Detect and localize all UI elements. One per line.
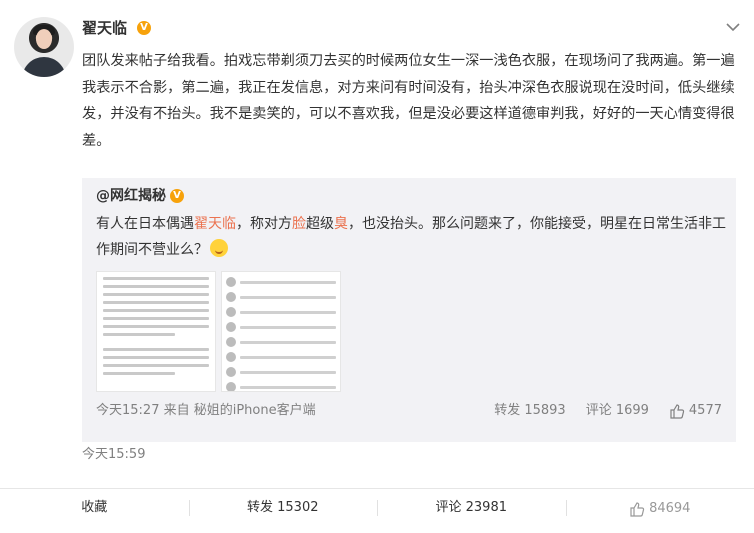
thumb-text-line: [240, 385, 336, 389]
repost-image-thumbnail[interactable]: [96, 271, 216, 392]
thumbs-up-icon: [670, 404, 685, 419]
repost-forward-link[interactable]: 转发 15893: [494, 402, 566, 420]
repost-meta[interactable]: 今天15:27 来自 秘姐的iPhone客户端: [96, 402, 316, 420]
verified-icon: V: [137, 21, 151, 35]
post-username[interactable]: 翟天临: [82, 18, 127, 38]
thumb-avatar: [226, 352, 236, 362]
avatar-shoulders: [22, 57, 66, 77]
like-count: 84694: [649, 500, 691, 516]
thumb-comment-row: [226, 337, 336, 347]
thumb-text-line: [103, 356, 209, 359]
favorite-button[interactable]: 收藏: [0, 489, 189, 528]
emoji-icon: [210, 239, 228, 257]
repost-actions: 转发 15893 评论 1699 4577: [494, 402, 722, 420]
thumb-text-line: [103, 348, 209, 351]
repost-like-button[interactable]: 4577: [669, 402, 722, 420]
thumb-text-line: [103, 325, 209, 328]
avatar[interactable]: [14, 17, 74, 77]
thumb-avatar: [226, 307, 236, 317]
repost-image-thumbnail[interactable]: [221, 271, 341, 392]
thumb-comment-row: [226, 367, 336, 377]
thumb-avatar: [226, 367, 236, 377]
thumb-text-line: [103, 317, 209, 320]
more-chevron-icon[interactable]: [726, 22, 740, 32]
thumb-text-line: [103, 285, 209, 288]
comment-button[interactable]: 评论 23981: [377, 489, 566, 528]
repost-link-keyword[interactable]: 臭: [334, 216, 348, 232]
thumb-text-line: [103, 333, 175, 336]
repost-text: 有人在日本偶遇翟天临，称对方脸超级臭，也没抬头。那么问题来了，你能接受，明星在日…: [96, 211, 726, 263]
thumb-comment-row: [226, 322, 336, 332]
like-button[interactable]: 84694: [565, 489, 754, 528]
weibo-post-card: 翟天临 V 团队发来帖子给我看。拍戏忘带剃须刀去买的时候两位女生一深一浅色衣服，…: [0, 0, 754, 533]
repost-container[interactable]: @网红揭秘 V 有人在日本偶遇翟天临，称对方脸超级臭，也没抬头。那么问题来了，你…: [82, 178, 736, 442]
thumb-avatar: [226, 292, 236, 302]
repost-link-keyword[interactable]: 脸: [292, 216, 306, 232]
repost-text-part: 有人在日本偶遇: [96, 216, 194, 232]
thumb-comment-row: [226, 292, 336, 302]
thumb-comment-row: [226, 277, 336, 287]
thumb-avatar: [226, 337, 236, 347]
repost-link-name[interactable]: 翟天临: [194, 216, 236, 232]
repost-text-part: ，称对方: [236, 216, 292, 232]
repost-username[interactable]: @网红揭秘: [96, 186, 166, 206]
thumb-text-line: [103, 293, 209, 296]
thumb-text-line: [240, 325, 336, 329]
forward-button[interactable]: 转发 15302: [188, 489, 378, 528]
thumb-avatar: [226, 382, 236, 391]
thumbs-up-icon: [630, 501, 645, 517]
thumb-text-line: [240, 370, 336, 374]
thumb-avatar: [226, 322, 236, 332]
post-text: 团队发来帖子给我看。拍戏忘带剃须刀去买的时候两位女生一深一浅色衣服，在现场问了我…: [82, 53, 735, 149]
post-time[interactable]: 今天15:59: [82, 446, 145, 464]
avatar-face: [36, 29, 52, 49]
repost-comment-link[interactable]: 评论 1699: [586, 402, 649, 420]
bottom-action-bar: 收藏 转发 15302 评论 23981 84694: [0, 488, 754, 528]
repost-like-count: 4577: [688, 403, 722, 418]
thumb-text-line: [240, 340, 336, 344]
thumb-text-line: [240, 295, 336, 299]
thumb-text-line: [103, 364, 209, 367]
thumb-text-line: [240, 310, 336, 314]
thumb-text-line: [240, 355, 336, 359]
verified-icon: V: [170, 189, 184, 203]
thumb-text-line: [103, 301, 209, 304]
thumb-avatar: [226, 277, 236, 287]
repost-text-part: 超级: [306, 216, 334, 232]
thumb-text-line: [103, 277, 209, 280]
thumb-comment-row: [226, 382, 336, 391]
thumb-text-line: [103, 372, 175, 375]
thumb-text-line: [103, 309, 209, 312]
thumb-text-line: [240, 280, 336, 284]
thumb-comment-row: [226, 307, 336, 317]
thumb-comment-row: [226, 352, 336, 362]
